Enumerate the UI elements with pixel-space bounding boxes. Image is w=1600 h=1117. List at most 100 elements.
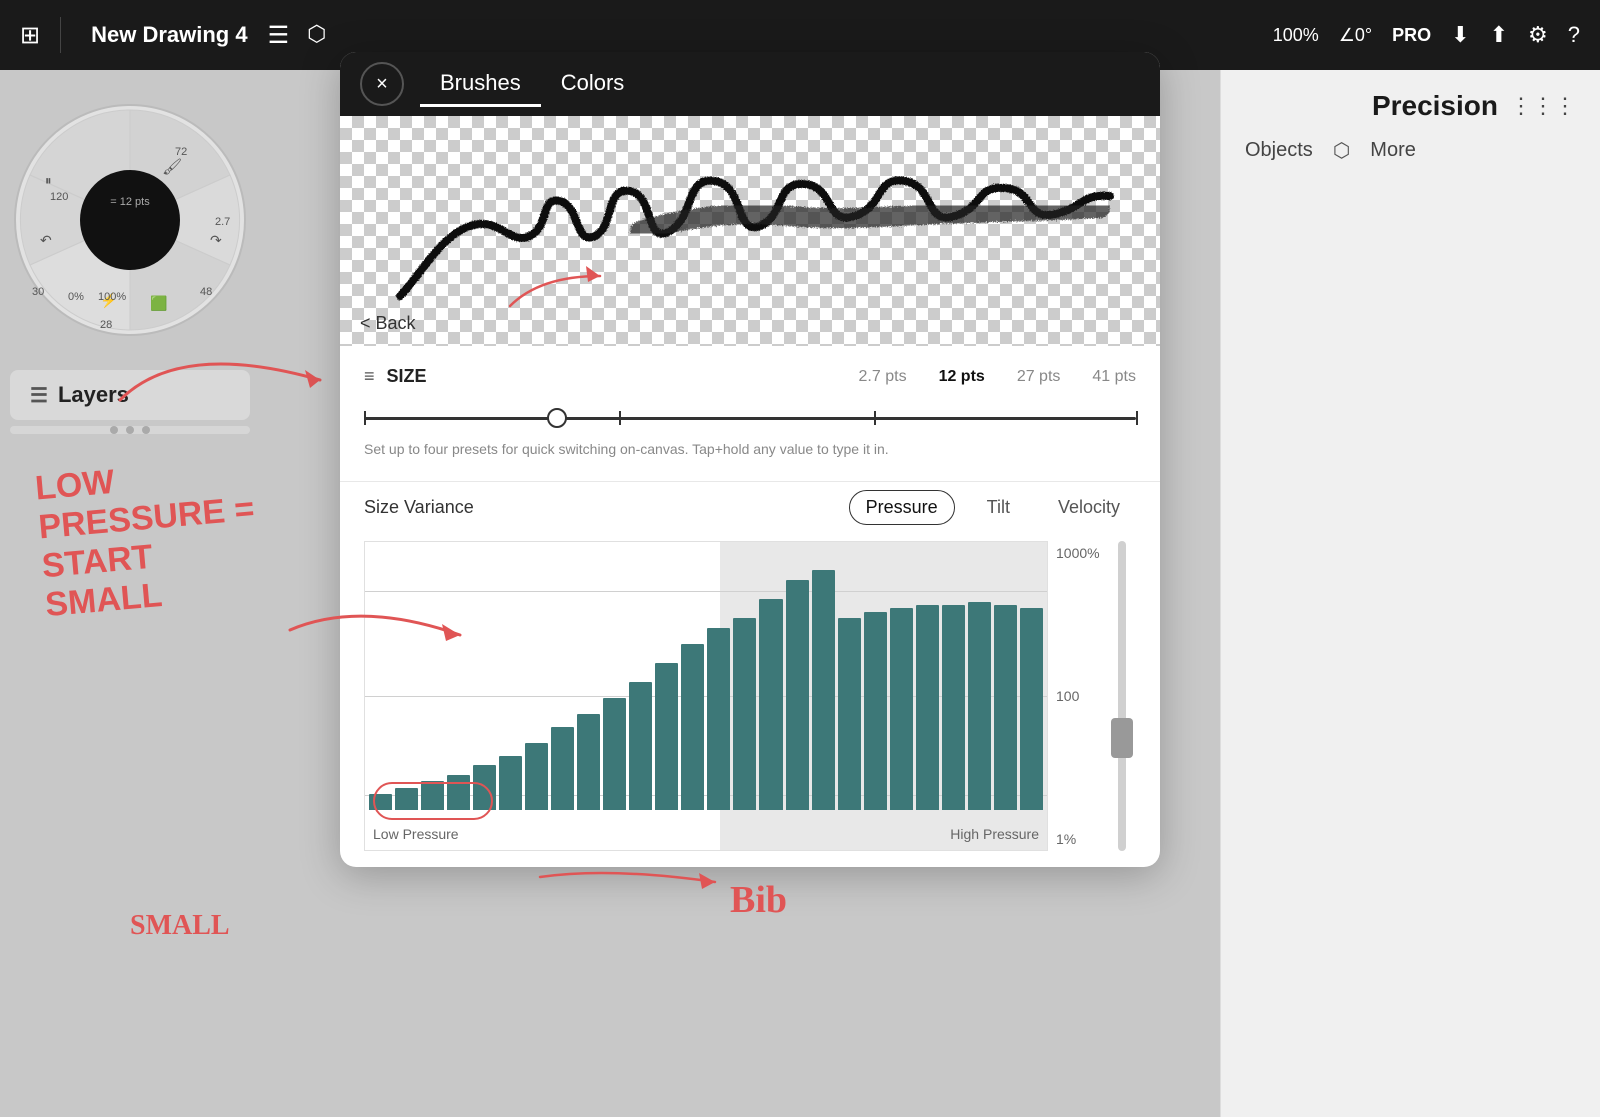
svg-text:72: 72 xyxy=(175,146,187,158)
annotation-arrow-1 xyxy=(100,320,360,440)
help-icon[interactable]: ? xyxy=(1568,22,1580,48)
radial-menu-svg: = 12 pts 72 2.7 48 28 30 120 🖌 ↶ ↷ ⚡ 🟩 ⏸… xyxy=(10,100,250,340)
pro-badge: PRO xyxy=(1392,25,1431,46)
top-bar-right: 100% ∠0° PRO ⬇ ⬆ ⚙ ? xyxy=(1273,22,1580,48)
tick-4 xyxy=(1136,411,1138,425)
annotation-main-arrow xyxy=(280,580,480,680)
chart-bar-21 xyxy=(916,605,939,810)
variance-label: Size Variance xyxy=(364,497,474,518)
chart-bar-2 xyxy=(421,781,444,810)
size-label: SIZE xyxy=(387,366,427,387)
y-label-bot: 1% xyxy=(1056,831,1100,847)
right-panel-grid-icon[interactable]: ⋮⋮⋮ xyxy=(1510,93,1576,119)
zoom-level[interactable]: 100% xyxy=(1273,25,1319,46)
size-header: ≡ SIZE 2.7 pts 12 pts 27 pts 41 pts xyxy=(364,366,1136,387)
share-icon[interactable]: ⬆ xyxy=(1490,22,1508,48)
dialog-close-button[interactable]: × xyxy=(360,62,404,106)
variance-tab-tilt[interactable]: Tilt xyxy=(971,491,1026,524)
svg-text:⏸: ⏸ xyxy=(45,173,52,188)
brush-stroke-preview xyxy=(340,116,1160,346)
variance-tab-velocity[interactable]: Velocity xyxy=(1042,491,1136,524)
more-label[interactable]: More xyxy=(1370,139,1416,162)
tick-1 xyxy=(364,411,366,425)
svg-text:🟩: 🟩 xyxy=(150,295,167,312)
document-title: New Drawing 4 xyxy=(91,22,247,48)
chart-bar-10 xyxy=(629,682,652,810)
svg-text:48: 48 xyxy=(200,286,212,298)
annotation-low-pressure: LOWPRESSURE =STARTSMALL xyxy=(34,451,263,626)
y-label-mid: 100 xyxy=(1056,688,1100,704)
chart-bar-22 xyxy=(942,605,965,810)
chart-bar-8 xyxy=(577,714,600,810)
svg-text:120: 120 xyxy=(50,191,68,203)
preview-arrow-svg xyxy=(500,236,620,316)
chart-bar-16 xyxy=(786,580,809,810)
variance-header: Size Variance Pressure Tilt Velocity xyxy=(364,490,1136,525)
chart-bar-13 xyxy=(707,628,730,810)
size-preset-1[interactable]: 2.7 pts xyxy=(859,368,907,386)
chart-bar-4 xyxy=(473,765,496,810)
size-preset-2[interactable]: 12 pts xyxy=(939,368,985,386)
chart-bar-9 xyxy=(603,698,626,810)
size-preset-3[interactable]: 27 pts xyxy=(1017,368,1061,386)
chart-bar-14 xyxy=(733,618,756,810)
brush-preview-area: < Back xyxy=(340,116,1160,346)
slider-thumb[interactable] xyxy=(547,408,567,428)
v-track xyxy=(1118,541,1126,851)
left-area: = 12 pts 72 2.7 48 28 30 120 🖌 ↶ ↷ ⚡ 🟩 ⏸… xyxy=(0,70,280,1117)
bib-annotation: Bib xyxy=(730,878,787,922)
objects-icon[interactable]: ⬡ xyxy=(1333,138,1350,163)
objects-label[interactable]: Objects xyxy=(1245,139,1313,162)
chart-labels: Low Pressure High Pressure xyxy=(365,826,1047,842)
brush-edit-icon[interactable]: ⬡ xyxy=(307,21,326,50)
svg-text:🖌: 🖌 xyxy=(162,158,182,176)
right-panel: Precision ⋮⋮⋮ Objects ⬡ More xyxy=(1220,70,1600,1117)
tick-2 xyxy=(619,411,621,425)
chart-bar-20 xyxy=(890,608,913,810)
chart-bar-25 xyxy=(1020,608,1043,810)
svg-text:↷: ↷ xyxy=(210,232,222,248)
radial-menu: = 12 pts 72 2.7 48 28 30 120 🖌 ↶ ↷ ⚡ 🟩 ⏸… xyxy=(10,100,250,340)
right-panel-title: Precision xyxy=(1372,90,1498,122)
tab-colors[interactable]: Colors xyxy=(541,62,645,107)
chart-bar-6 xyxy=(525,743,548,810)
layers-menu-icon: ☰ xyxy=(30,383,48,408)
svg-text:2.7: 2.7 xyxy=(215,216,230,228)
svg-text:100%: 100% xyxy=(98,291,126,303)
chart-bar-24 xyxy=(994,605,1017,810)
x-label-high: High Pressure xyxy=(950,826,1039,842)
variance-tab-pressure[interactable]: Pressure xyxy=(849,490,955,525)
chart-bar-7 xyxy=(551,727,574,810)
slider-track xyxy=(364,417,1136,420)
chart-bar-17 xyxy=(812,570,835,810)
chart-bar-3 xyxy=(447,775,470,810)
annotation-small: SMALL xyxy=(130,910,230,942)
chart-bar-15 xyxy=(759,599,782,810)
svg-text:0%: 0% xyxy=(68,291,84,303)
size-slider[interactable] xyxy=(364,403,1136,433)
brushes-dialog: × Brushes Colors xyxy=(340,52,1160,867)
menu-icon[interactable]: ☰ xyxy=(268,21,290,50)
chart-bar-11 xyxy=(655,663,678,810)
size-icon: ≡ xyxy=(364,366,375,387)
variance-tabs: Pressure Tilt Velocity xyxy=(849,490,1136,525)
download-icon[interactable]: ⬇ xyxy=(1451,22,1469,48)
chart-y-axis: 1000% 100 1% xyxy=(1048,541,1108,851)
vertical-slider[interactable] xyxy=(1108,541,1136,851)
chart-bar-19 xyxy=(864,612,887,810)
settings-icon[interactable]: ⚙ xyxy=(1528,22,1548,48)
svg-text:↶: ↶ xyxy=(40,232,52,248)
back-button[interactable]: < Back xyxy=(360,313,416,334)
size-preset-4[interactable]: 41 pts xyxy=(1092,368,1136,386)
chart-bar-18 xyxy=(838,618,861,810)
right-panel-header: Precision ⋮⋮⋮ xyxy=(1221,70,1600,122)
bib-arrow xyxy=(530,847,730,907)
grid-icon[interactable]: ⊞ xyxy=(20,21,40,50)
angle-value: ∠0° xyxy=(1339,25,1372,46)
right-panel-sub: Objects ⬡ More xyxy=(1221,122,1600,179)
chart-bar-0 xyxy=(369,794,392,810)
tab-brushes[interactable]: Brushes xyxy=(420,62,541,107)
chart-bar-12 xyxy=(681,644,704,810)
v-thumb[interactable] xyxy=(1111,718,1133,758)
x-label-low: Low Pressure xyxy=(373,826,459,842)
